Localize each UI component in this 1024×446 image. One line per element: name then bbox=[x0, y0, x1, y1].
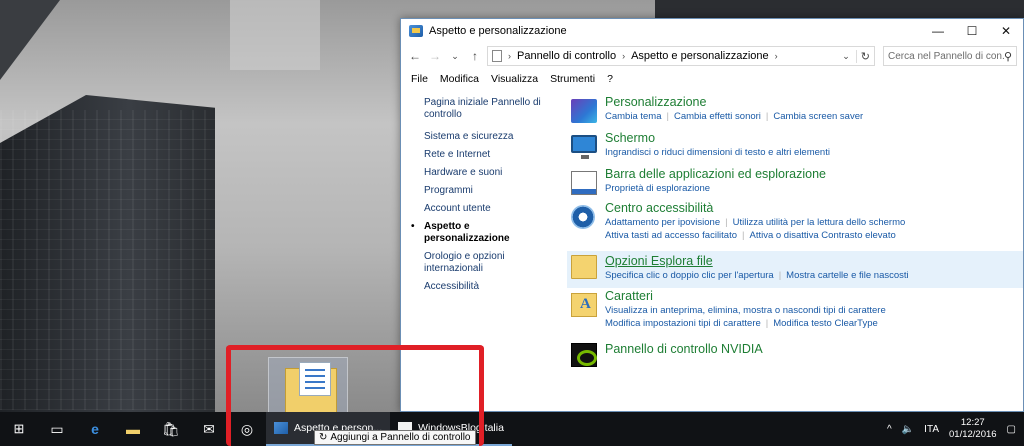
menu-view[interactable]: Visualizza bbox=[491, 73, 538, 85]
wallpaper-building bbox=[655, 0, 1024, 20]
link-high-contrast[interactable]: Attiva o disattiva Contrasto elevato bbox=[749, 230, 895, 241]
category-title[interactable]: Opzioni Esplora file bbox=[605, 254, 1023, 269]
category-title[interactable]: Schermo bbox=[605, 131, 1023, 146]
window-title: Aspetto e personalizzazione bbox=[429, 25, 567, 37]
display-icon bbox=[571, 135, 597, 159]
task-view-icon[interactable]: ▭ bbox=[38, 412, 76, 446]
nav-control-panel-home[interactable]: Pagina iniziale Pannello di controllo bbox=[411, 97, 551, 121]
navigation-bar: ← → ⌄ ↑ › Pannello di controllo › Aspett… bbox=[401, 43, 1023, 69]
edge-browser-icon[interactable]: e bbox=[76, 412, 114, 446]
menu-file[interactable]: File bbox=[411, 73, 428, 85]
link-low-vision[interactable]: Adattamento per ipovisione bbox=[605, 217, 720, 228]
breadcrumb-appearance[interactable]: Aspetto e personalizzazione bbox=[631, 50, 769, 62]
category-personalization: Personalizzazione Cambia tema | Cambia eff… bbox=[567, 95, 1023, 131]
menu-help[interactable]: ? bbox=[607, 73, 613, 85]
link-single-double-click[interactable]: Specifica clic o doppio clic per l'apert… bbox=[605, 270, 774, 281]
nav-network-internet[interactable]: Rete e Internet bbox=[411, 149, 551, 161]
link-cleartype[interactable]: Modifica testo ClearType bbox=[773, 318, 878, 329]
search-icon[interactable]: ⚲ bbox=[1004, 50, 1012, 63]
show-hidden-icons-chevron-icon[interactable]: ^ bbox=[887, 424, 892, 435]
red-highlight-annotation bbox=[226, 345, 484, 446]
system-tray: ^ 🔈 ITA 12:27 01/12/2016 ▢ bbox=[887, 412, 1024, 446]
category-title[interactable]: Caratteri bbox=[605, 289, 1023, 304]
back-arrow-icon[interactable]: ← bbox=[407, 49, 423, 63]
action-center-icon[interactable]: ▢ bbox=[1007, 424, 1016, 435]
search-input[interactable]: Cerca nel Pannello di con... ⚲ bbox=[883, 46, 1017, 66]
nav-ease-of-access[interactable]: Accessibilità bbox=[411, 281, 551, 293]
main-content: Pagina iniziale Pannello di controllo Si… bbox=[401, 91, 1023, 411]
start-button-windows-icon[interactable]: ⊞ bbox=[0, 412, 38, 446]
category-taskbar-navigation: Barra delle applicazioni ed esplorazione… bbox=[567, 167, 1023, 201]
minimize-button[interactable]: — bbox=[921, 19, 955, 43]
left-navigation: Pagina iniziale Pannello di controllo Si… bbox=[411, 97, 551, 299]
category-ease-of-access: Centro accessibilità Adattamento per ipo… bbox=[567, 201, 1023, 247]
folder-options-icon bbox=[571, 255, 597, 279]
forward-arrow-icon[interactable]: → bbox=[427, 49, 443, 63]
personalization-icon bbox=[571, 99, 597, 123]
close-button[interactable]: ✕ bbox=[989, 19, 1023, 43]
menu-bar: File Modifica Visualizza Strumenti ? bbox=[401, 69, 1023, 89]
taskbar: ⊞ ▭ e ▬ 🛍 ✉ ◎ Aspetto e person... Window… bbox=[0, 412, 1024, 446]
fonts-icon bbox=[571, 293, 597, 317]
menu-edit[interactable]: Modifica bbox=[440, 73, 479, 85]
nvidia-icon bbox=[571, 343, 597, 367]
address-dropdown-chevron-icon[interactable]: ⌄ bbox=[842, 51, 850, 62]
volume-icon[interactable]: 🔈 bbox=[902, 424, 914, 435]
title-bar[interactable]: Aspetto e personalizzazione — ☐ ✕ bbox=[401, 19, 1023, 43]
link-preview-fonts[interactable]: Visualizza in anteprima, elimina, mostra… bbox=[605, 305, 886, 316]
maximize-button[interactable]: ☐ bbox=[955, 19, 989, 43]
breadcrumb-separator-icon: › bbox=[508, 51, 511, 61]
page-icon bbox=[492, 50, 502, 62]
language-indicator[interactable]: ITA bbox=[924, 424, 939, 435]
category-display: Schermo Ingrandisci o riduci dimensioni … bbox=[567, 131, 1023, 165]
link-change-screensaver[interactable]: Cambia screen saver bbox=[773, 111, 863, 122]
category-title[interactable]: Personalizzazione bbox=[605, 95, 1023, 110]
store-icon[interactable]: 🛍 bbox=[152, 412, 190, 446]
wallpaper-building-windows bbox=[0, 110, 215, 410]
nav-programs[interactable]: Programmi bbox=[411, 185, 551, 197]
nav-clock-region[interactable]: Orologio e opzioni internazionali bbox=[411, 251, 551, 275]
link-sticky-keys[interactable]: Attiva tasti ad accesso facilitato bbox=[605, 230, 737, 241]
file-explorer-icon[interactable]: ▬ bbox=[114, 412, 152, 446]
nav-system-security[interactable]: Sistema e sicurezza bbox=[411, 131, 551, 143]
link-change-sounds[interactable]: Cambia effetti sonori bbox=[674, 111, 761, 122]
mail-icon[interactable]: ✉ bbox=[190, 412, 228, 446]
breadcrumb-separator-icon[interactable]: › bbox=[775, 51, 778, 61]
search-placeholder: Cerca nel Pannello di con... bbox=[888, 50, 1004, 62]
control-panel-icon bbox=[409, 25, 423, 37]
nav-hardware-sound[interactable]: Hardware e suoni bbox=[411, 167, 551, 179]
category-fonts: Caratteri Visualizza in anteprima, elimi… bbox=[567, 289, 1023, 335]
link-change-theme[interactable]: Cambia tema bbox=[605, 111, 662, 122]
taskbar-navigation-icon bbox=[571, 171, 597, 195]
clock-date: 01/12/2016 bbox=[949, 429, 997, 440]
clock-time: 12:27 bbox=[960, 417, 985, 428]
breadcrumb-separator-icon[interactable]: › bbox=[622, 51, 625, 61]
nav-appearance-current[interactable]: Aspetto e personalizzazione bbox=[411, 221, 551, 245]
category-title[interactable]: Barra delle applicazioni ed esplorazione bbox=[605, 167, 1023, 182]
address-bar[interactable]: › Pannello di controllo › Aspetto e pers… bbox=[487, 46, 875, 66]
control-panel-window: Aspetto e personalizzazione — ☐ ✕ ← → ⌄ … bbox=[400, 18, 1024, 412]
refresh-icon[interactable]: ↻ bbox=[855, 49, 870, 63]
category-file-explorer-options[interactable]: Opzioni Esplora file Specifica clic o do… bbox=[567, 251, 1023, 288]
clock[interactable]: 12:27 01/12/2016 bbox=[949, 417, 997, 441]
menu-tools[interactable]: Strumenti bbox=[550, 73, 595, 85]
wallpaper-building bbox=[0, 0, 60, 80]
up-arrow-icon[interactable]: ↑ bbox=[467, 49, 483, 63]
category-title[interactable]: Centro accessibilità bbox=[605, 201, 1023, 216]
nav-user-accounts[interactable]: Account utente bbox=[411, 203, 551, 215]
link-navigation-properties[interactable]: Proprietà di esplorazione bbox=[605, 183, 710, 194]
wallpaper-building bbox=[230, 0, 320, 70]
link-resize-text[interactable]: Ingrandisci o riduci dimensioni di testo… bbox=[605, 147, 830, 158]
link-font-settings[interactable]: Modifica impostazioni tipi di carattere bbox=[605, 318, 761, 329]
recent-locations-chevron-icon[interactable]: ⌄ bbox=[447, 51, 463, 62]
category-title[interactable]: Pannello di controllo NVIDIA bbox=[605, 342, 1023, 357]
link-screen-reader[interactable]: Utilizza utilità per la lettura dello sc… bbox=[733, 217, 906, 228]
link-show-hidden-files[interactable]: Mostra cartelle e file nascosti bbox=[786, 270, 909, 281]
breadcrumb-control-panel[interactable]: Pannello di controllo bbox=[517, 50, 616, 62]
ease-of-access-icon bbox=[571, 205, 595, 229]
category-nvidia: Pannello di controllo NVIDIA bbox=[567, 339, 1023, 369]
